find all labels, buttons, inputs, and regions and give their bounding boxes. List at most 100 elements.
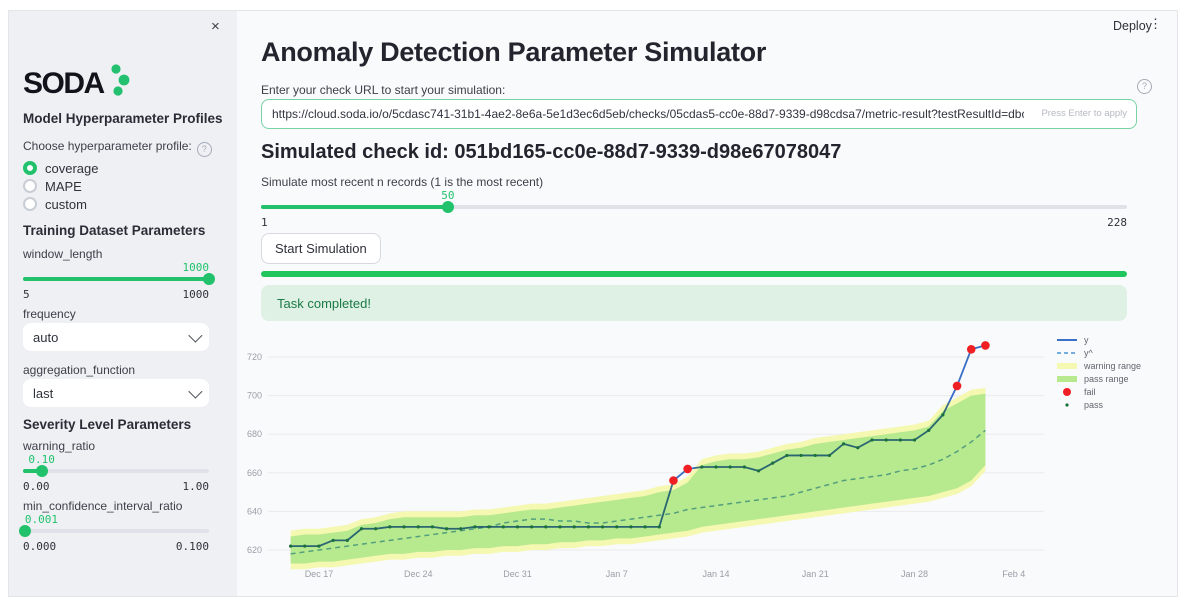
check-url-input[interactable]: [261, 99, 1137, 129]
pass-point: [431, 525, 434, 528]
pass-point: [615, 525, 618, 528]
progress-bar: [261, 271, 1127, 277]
legend-label: fail: [1084, 387, 1096, 397]
chart-legend: yy^warning rangepass rangefailpass: [1056, 334, 1141, 412]
slider-min: 5: [23, 288, 30, 301]
pass-point: [530, 525, 533, 528]
pass-point: [658, 525, 661, 528]
radio-icon[interactable]: [23, 179, 37, 193]
page-title: Anomaly Detection Parameter Simulator: [261, 37, 766, 68]
pass-point: [587, 525, 590, 528]
soda-logo-text: SODA: [23, 67, 104, 100]
pass-point: [558, 525, 561, 528]
frequency-select[interactable]: auto: [23, 323, 209, 351]
profile-select-label-text: Choose hyperparameter profile:: [23, 139, 192, 153]
slider-track[interactable]: [23, 469, 209, 473]
pass-point: [488, 525, 491, 528]
pass-point: [757, 469, 760, 472]
pass-point: [402, 525, 405, 528]
slider-min: 0.000: [23, 540, 56, 553]
slider-thumb[interactable]: [442, 201, 454, 213]
legend-item-pass-range: pass range: [1056, 373, 1141, 385]
fail-point: [981, 341, 990, 350]
slider-value: 1000: [183, 261, 210, 274]
legend-item-y-: y^: [1056, 347, 1141, 359]
pass-point: [941, 413, 944, 416]
fail-point: [669, 476, 678, 485]
sidebar-close-icon[interactable]: ×: [211, 19, 220, 34]
radio-coverage[interactable]: coverage: [23, 159, 98, 177]
warning-ratio-slider[interactable]: 0.10 0.00 1.00: [23, 453, 209, 493]
pass-point: [700, 465, 703, 468]
pass-point: [814, 454, 817, 457]
warning-ratio-label: warning_ratio: [23, 439, 95, 453]
pass-point: [899, 438, 902, 441]
slider-max: 0.100: [176, 540, 209, 553]
records-slider[interactable]: 50 1 228: [261, 189, 1127, 229]
pass-point: [842, 442, 845, 445]
x-axis-tick: Jan 7: [606, 569, 628, 579]
pass-point: [445, 527, 448, 530]
aggregation-select[interactable]: last: [23, 379, 209, 407]
slider-thumb[interactable]: [36, 465, 48, 477]
window-length-slider[interactable]: 1000 5 1000: [23, 261, 209, 301]
pass-point: [388, 525, 391, 528]
x-axis-tick: Dec 17: [305, 569, 334, 579]
slider-thumb[interactable]: [19, 525, 31, 537]
url-input-wrap: Press Enter to apply: [261, 99, 1137, 129]
y-axis-tick: 640: [247, 506, 262, 516]
legend-item-fail: fail: [1056, 386, 1141, 398]
chevron-down-icon: [188, 329, 202, 343]
simulation-chart: 620640660680700720Dec 17Dec 24Dec 31Jan …: [238, 293, 1148, 585]
pass-point: [870, 438, 873, 441]
radio-mape-label: MAPE: [45, 179, 82, 194]
slider-range: 0.000 0.100: [23, 540, 209, 553]
pass-point: [502, 525, 505, 528]
frequency-label: frequency: [23, 307, 76, 321]
frequency-value: auto: [33, 330, 58, 345]
pass-point: [856, 446, 859, 449]
y-axis-tick: 700: [247, 391, 262, 401]
radio-mape[interactable]: MAPE: [23, 177, 82, 195]
legend-item-y: y: [1056, 334, 1141, 346]
kebab-menu-icon[interactable]: ⋮: [1149, 17, 1162, 30]
pass-point: [573, 525, 576, 528]
help-icon[interactable]: ?: [197, 142, 212, 157]
min-confidence-slider[interactable]: 0.001 0.000 0.100: [23, 513, 209, 553]
slider-thumb[interactable]: [203, 273, 215, 285]
x-axis-tick: Feb 4: [1002, 569, 1025, 579]
pass-point: [601, 525, 604, 528]
window-length-label: window_length: [23, 247, 102, 261]
x-axis-tick: Jan 21: [802, 569, 829, 579]
radio-icon[interactable]: [23, 197, 37, 211]
slider-track[interactable]: [261, 205, 1127, 209]
y-axis-tick: 660: [247, 468, 262, 478]
radio-custom[interactable]: custom: [23, 195, 87, 213]
x-axis-tick: Jan 28: [901, 569, 928, 579]
legend-label: warning range: [1084, 361, 1141, 371]
fail-point: [953, 382, 962, 391]
legend-swatch-icon: [1056, 387, 1078, 397]
slider-track[interactable]: [23, 277, 209, 281]
slider-track[interactable]: [23, 529, 209, 533]
slider-value: 0.001: [25, 513, 58, 526]
aggregation-label: aggregation_function: [23, 363, 135, 377]
slider-range: 0.00 1.00: [23, 480, 209, 493]
legend-swatch-icon: [1056, 348, 1078, 358]
slider-max: 1.00: [183, 480, 210, 493]
radio-selected-icon[interactable]: [23, 161, 37, 175]
x-axis-tick: Jan 14: [702, 569, 729, 579]
slider-min: 0.00: [23, 480, 50, 493]
x-axis-tick: Dec 31: [503, 569, 532, 579]
start-simulation-button[interactable]: Start Simulation: [261, 233, 381, 264]
severity-heading: Severity Level Parameters: [23, 417, 191, 432]
help-icon[interactable]: ?: [1137, 79, 1152, 94]
pass-point: [417, 525, 420, 528]
aggregation-value: last: [33, 386, 53, 401]
legend-swatch-icon: [1056, 361, 1078, 371]
legend-swatch-icon: [1056, 335, 1078, 345]
deploy-button[interactable]: Deploy: [1113, 19, 1152, 33]
legend-label: y^: [1084, 348, 1093, 358]
min-confidence-label: min_confidence_interval_ratio: [23, 499, 182, 513]
legend-item-warning-range: warning range: [1056, 360, 1141, 372]
